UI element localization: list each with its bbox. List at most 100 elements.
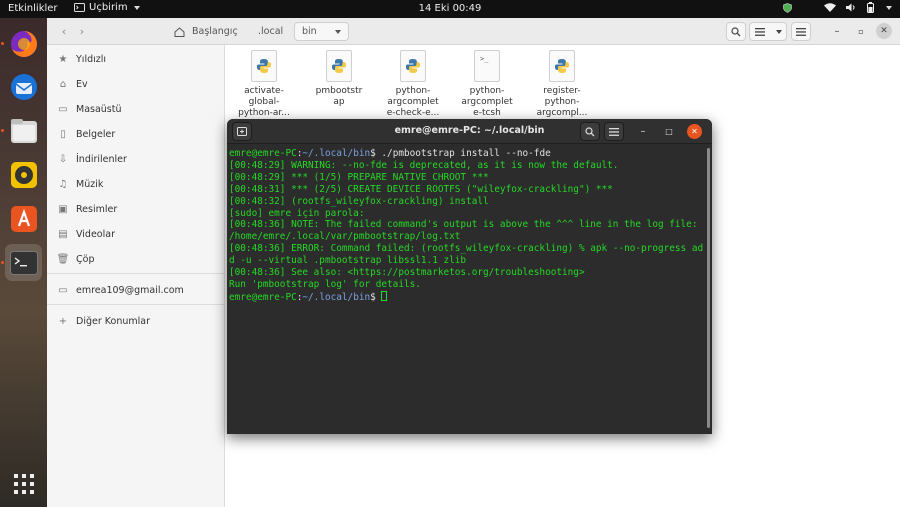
terminal-menu-button[interactable] [604, 122, 624, 141]
sidebar: ★ Yıldızlı ⌂ Ev ▭ Masaüstü ▯ Belgeler ⇩ İndir… [47, 45, 225, 507]
shield-icon [783, 2, 792, 13]
running-indicator [1, 261, 4, 264]
file-item[interactable]: pmbootstr ap [300, 50, 378, 108]
terminal-line: [sudo] emre için parola: [229, 207, 365, 219]
sidebar-item-starred[interactable]: ★ Yıldızlı [47, 49, 225, 69]
sidebar-item-label: Videolar [76, 228, 115, 240]
file-item[interactable]: python- argcomplet e-check-e... [374, 50, 452, 119]
dock-software[interactable] [5, 200, 42, 237]
search-icon [731, 26, 741, 36]
pictures-icon: ▣ [58, 203, 68, 215]
home-icon: ⌂ [59, 78, 67, 90]
chevron-down-icon [334, 29, 341, 34]
terminal-line: [00:48:31] *** (2/5) CREATE DEVICE ROOTF… [229, 183, 613, 195]
breadcrumb-local[interactable]: .local [251, 22, 290, 41]
sidebar-item-label: İndirilenler [76, 153, 127, 165]
online-account-icon: ▭ [58, 284, 68, 296]
clock[interactable]: 14 Eki 00:49 [0, 3, 900, 14]
hamburger-icon [796, 27, 806, 36]
terminal-line: [00:48:29] WARNING: --no-fde is deprecat… [229, 159, 619, 171]
close-button[interactable]: ✕ [876, 23, 892, 39]
show-apps-icon [13, 473, 34, 494]
chevron-left-icon: ‹ [61, 24, 67, 38]
python-file-icon [326, 50, 352, 82]
sidebar-item-downloads[interactable]: ⇩ İndirilenler [47, 149, 225, 169]
terminal-window[interactable]: emre@emre-PC: ~/.local/bin – □ ✕ emre@em… [227, 119, 712, 434]
dock-show-apps[interactable] [5, 465, 42, 502]
sidebar-item-label: Çöp [76, 253, 95, 265]
terminal-minimize-button[interactable]: – [633, 122, 653, 141]
file-item[interactable]: >_ python- argcomplet e-tcsh [448, 50, 526, 119]
software-icon [10, 205, 37, 232]
dock-terminal[interactable] [5, 244, 42, 281]
terminal-line: [00:48:29] *** (1/5) PREPARE NATIVE CHRO… [229, 171, 489, 183]
sidebar-item-label: emrea109@gmail.com [76, 284, 184, 296]
dock-firefox[interactable] [5, 25, 42, 62]
sidebar-item-desktop[interactable]: ▭ Masaüstü [47, 99, 225, 119]
plus-icon: + [58, 315, 68, 327]
sidebar-item-pictures[interactable]: ▣ Resimler [47, 199, 225, 219]
chevron-down-icon [775, 29, 782, 34]
sidebar-item-label: Belgeler [76, 128, 116, 140]
sidebar-item-home[interactable]: ⌂ Ev [47, 74, 225, 94]
sidebar-separator [47, 273, 225, 274]
menu-button[interactable] [791, 22, 811, 41]
maximize-button[interactable]: ▫ [851, 22, 871, 41]
file-label: activate- global- python-ar... [238, 86, 290, 118]
sidebar-item-label: Ev [76, 78, 88, 90]
sidebar-item-label: Yıldızlı [76, 53, 107, 65]
terminal-command-line: emre@emre-PC:~/.local/bin$ ./pmbootstrap… [229, 148, 551, 159]
file-manager-headerbar: ‹ › Başlangıç .local bin – ▫ ✕ [47, 18, 900, 45]
terminal-scrollbar[interactable] [707, 148, 710, 428]
running-indicator [1, 42, 4, 45]
python-file-icon [251, 50, 277, 82]
dock-thunderbird[interactable] [5, 68, 42, 105]
terminal-line: [00:48:36] See also: <https://postmarket… [229, 267, 585, 279]
breadcrumb-bin[interactable]: bin [294, 22, 349, 41]
sidebar-separator [47, 304, 225, 305]
terminal-headerbar: emre@emre-PC: ~/.local/bin – □ ✕ [227, 119, 712, 144]
forward-button[interactable]: › [73, 22, 91, 40]
file-label: pmbootstr ap [315, 86, 363, 107]
file-item[interactable]: activate- global- python-ar... [225, 50, 303, 119]
breadcrumb-label: Başlangıç [192, 26, 238, 37]
downloads-icon: ⇩ [58, 153, 68, 165]
top-bar: Etkinlikler Uçbirim 14 Eki 00:49 [0, 0, 900, 18]
terminal-maximize-button[interactable]: □ [659, 122, 679, 141]
file-item[interactable]: register- python- argcompl... [523, 50, 601, 119]
maximize-icon: □ [665, 127, 673, 136]
firefox-icon [10, 30, 37, 57]
system-tray[interactable] [783, 2, 892, 13]
breadcrumb-home[interactable]: Başlangıç [167, 22, 245, 41]
view-options-button[interactable] [749, 22, 787, 41]
terminal-close-button[interactable]: ✕ [687, 124, 702, 139]
battery-icon [867, 2, 874, 13]
search-button[interactable] [726, 22, 746, 41]
sidebar-item-other-locations[interactable]: + Diğer Konumlar [47, 311, 225, 331]
breadcrumb-label: .local [258, 26, 284, 37]
file-label: register- python- argcompl... [536, 86, 588, 118]
trash-icon: 🗑 [56, 253, 70, 265]
sidebar-item-account[interactable]: ▭ emrea109@gmail.com [47, 280, 225, 300]
sidebar-item-trash[interactable]: 🗑 Çöp [47, 249, 225, 269]
terminal-icon [9, 250, 38, 275]
terminal-output[interactable]: emre@emre-PC:~/.local/bin$ ./pmbootstrap… [227, 146, 712, 434]
back-button[interactable]: ‹ [55, 22, 73, 40]
files-icon [10, 118, 37, 143]
dock-files[interactable] [5, 112, 42, 149]
file-label: python- argcomplet e-check-e... [386, 86, 440, 118]
minimize-button[interactable]: – [827, 22, 847, 41]
sidebar-item-videos[interactable]: ▤ Videolar [47, 224, 225, 244]
terminal-search-button[interactable] [580, 122, 600, 141]
sidebar-item-label: Diğer Konumlar [76, 315, 150, 327]
close-icon: ✕ [691, 127, 698, 136]
terminal-line: [00:48:32] (rootfs_wileyfox-crackling) i… [229, 195, 489, 207]
sidebar-item-music[interactable]: ♫ Müzik [47, 174, 225, 194]
breadcrumb-label: bin [302, 26, 317, 37]
rhythmbox-icon [10, 161, 37, 188]
sidebar-item-label: Masaüstü [76, 103, 122, 115]
volume-icon [846, 3, 855, 12]
dock-rhythmbox[interactable] [5, 156, 42, 193]
sidebar-item-documents[interactable]: ▯ Belgeler [47, 124, 225, 144]
file-label: python- argcomplet e-tcsh [461, 86, 513, 118]
